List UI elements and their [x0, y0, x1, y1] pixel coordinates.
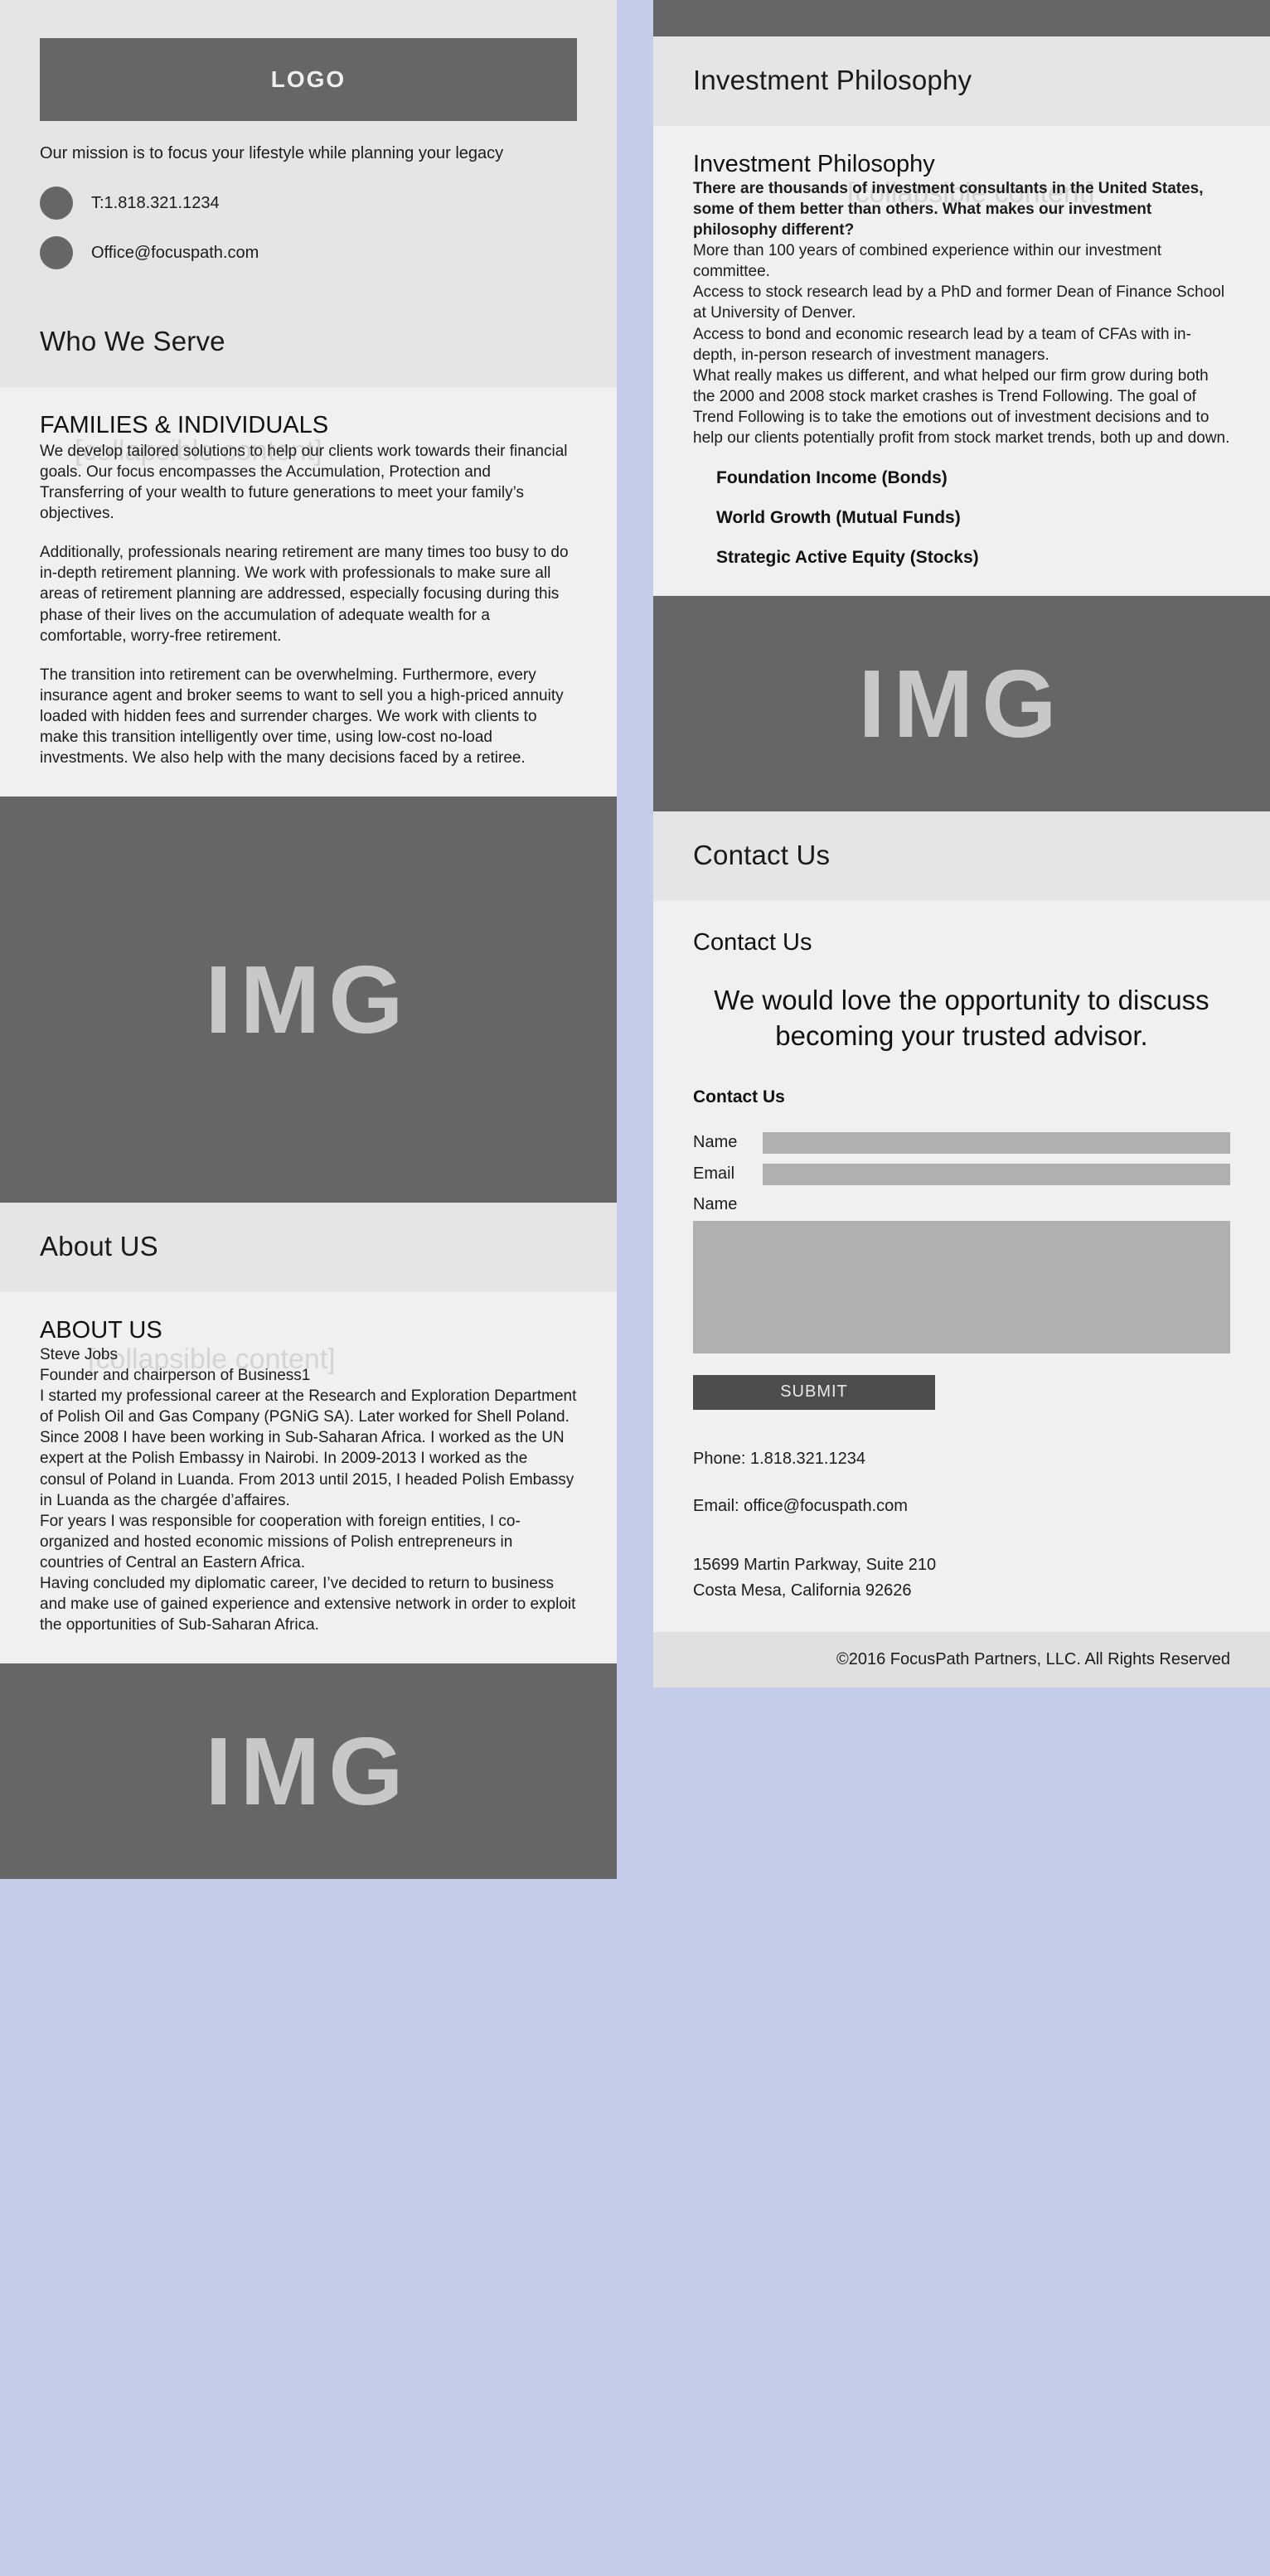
philosophy-line-4: What really makes us different, and what… — [693, 366, 1230, 447]
name-input[interactable] — [763, 1131, 1230, 1154]
panel-families-individuals: FAMILIES & INDIVIDUALS [collapsible cont… — [0, 387, 617, 797]
strategy-foundation-income: Foundation Income (Bonds) — [716, 468, 948, 488]
copyright-bar: ©2016 FocusPath Partners, LLC. All Right… — [653, 1631, 1270, 1687]
footer-contact-info: Phone: 1.818.321.1234 Email: office@focu… — [693, 1446, 1230, 1604]
panel-about-us: ABOUT US [collapsible content] Steve Job… — [0, 1292, 617, 1664]
about-us-title: About US — [40, 1231, 158, 1262]
spacer — [0, 286, 617, 298]
page-root: LOGO Our mission is to focus your lifest… — [0, 0, 1270, 2576]
about-line-6: Having concluded my diplomatic career, I… — [40, 1574, 576, 1634]
image-placeholder-label: IMG — [205, 946, 412, 1054]
image-placeholder-2: IMG — [0, 1663, 617, 1880]
image-placeholder-3: IMG — [653, 596, 1270, 812]
image-placeholder-label: IMG — [858, 650, 1065, 758]
phone-icon — [40, 186, 73, 220]
name-field-label: Name — [693, 1133, 738, 1152]
philosophy-line-3: Access to bond and economic research lea… — [693, 325, 1191, 364]
image-placeholder-label: IMG — [205, 1717, 412, 1826]
contact-email-text: Office@focuspath.com — [91, 243, 259, 262]
mission-statement: Our mission is to focus your lifestyle w… — [0, 121, 580, 165]
image-placeholder-top — [653, 0, 1270, 36]
contact-phone-row[interactable]: T:1.818.321.1234 — [40, 186, 577, 220]
section-bar-investment-philosophy[interactable]: Investment Philosophy — [653, 36, 1270, 126]
email-field-label: Email — [693, 1165, 735, 1184]
logo-box[interactable]: LOGO — [40, 38, 577, 121]
section-bar-contact-us[interactable]: Contact Us — [653, 811, 1270, 902]
about-line-3: I started my professional career at the … — [40, 1387, 577, 1426]
families-paragraph-1: We develop tailored solutions to help ou… — [40, 443, 568, 523]
families-paragraph-3: The transition into retirement can be ov… — [40, 666, 564, 767]
investment-philosophy-title: Investment Philosophy — [693, 65, 972, 95]
logo-label: LOGO — [270, 66, 347, 92]
about-line-4: Since 2008 I have been working in Sub-Sa… — [40, 1429, 574, 1509]
footer-address-line-1: 15699 Martin Parkway, Suite 210 — [693, 1555, 937, 1574]
contact-phone-text: T:1.818.321.1234 — [91, 193, 220, 212]
contact-us-title: Contact Us — [693, 840, 831, 871]
who-we-serve-title: Who We Serve — [40, 326, 225, 356]
header-contact-list: T:1.818.321.1234 Office@focuspath.com — [0, 165, 617, 269]
name-field-row: Name — [693, 1131, 1230, 1154]
philosophy-line-1: More than 100 years of combined experien… — [693, 242, 1162, 281]
right-column: Investment Philosophy Investment Philoso… — [653, 0, 1270, 1687]
envelope-icon — [40, 236, 73, 269]
left-column: LOGO Our mission is to focus your lifest… — [0, 0, 617, 1880]
philosophy-lead: There are thousands of investment consul… — [693, 180, 1204, 240]
about-line-1: Steve Jobs — [40, 1346, 118, 1364]
footer-phone: Phone: 1.818.321.1234 — [693, 1449, 865, 1468]
section-bar-who-we-serve[interactable]: Who We Serve — [0, 298, 617, 387]
contact-panel-title: Contact Us — [693, 929, 812, 956]
message-field-label: Name — [693, 1194, 738, 1213]
email-field-row: Email — [693, 1163, 1230, 1185]
about-line-5: For years I was responsible for cooperat… — [40, 1512, 521, 1571]
image-placeholder-1: IMG — [0, 797, 617, 1203]
email-input[interactable] — [763, 1163, 1230, 1185]
families-panel-title: FAMILIES & INDIVIDUALS — [40, 412, 329, 438]
about-panel-title: ABOUT US — [40, 1317, 162, 1344]
contact-email-row[interactable]: Office@focuspath.com — [40, 236, 577, 269]
panel-investment-philosophy: Investment Philosophy [collapsible conte… — [653, 126, 1270, 597]
philosophy-panel-title: Investment Philosophy — [693, 151, 935, 177]
strategy-strategic-active-equity: Strategic Active Equity (Stocks) — [716, 548, 979, 568]
families-paragraph-2: Additionally, professionals nearing reti… — [40, 544, 569, 645]
about-line-2: Founder and chairperson of Business1 — [40, 1367, 311, 1385]
section-bar-about-us[interactable]: About US — [0, 1203, 617, 1293]
logo-area: LOGO — [0, 0, 617, 121]
footer-address-line-2: Costa Mesa, California 92626 — [693, 1581, 912, 1600]
contact-form-title: Contact Us — [693, 1087, 785, 1106]
footer-email: Email: office@focuspath.com — [693, 1496, 908, 1515]
contact-cta-heading: We would love the opportunity to discuss… — [714, 985, 1209, 1051]
philosophy-line-2: Access to stock research lead by a PhD a… — [693, 283, 1225, 322]
message-textarea[interactable] — [693, 1220, 1230, 1353]
panel-contact-us: Contact Us We would love the opportunity… — [653, 901, 1270, 1632]
strategy-world-growth: World Growth (Mutual Funds) — [716, 508, 961, 528]
submit-button[interactable]: SUBMIT — [693, 1374, 935, 1410]
